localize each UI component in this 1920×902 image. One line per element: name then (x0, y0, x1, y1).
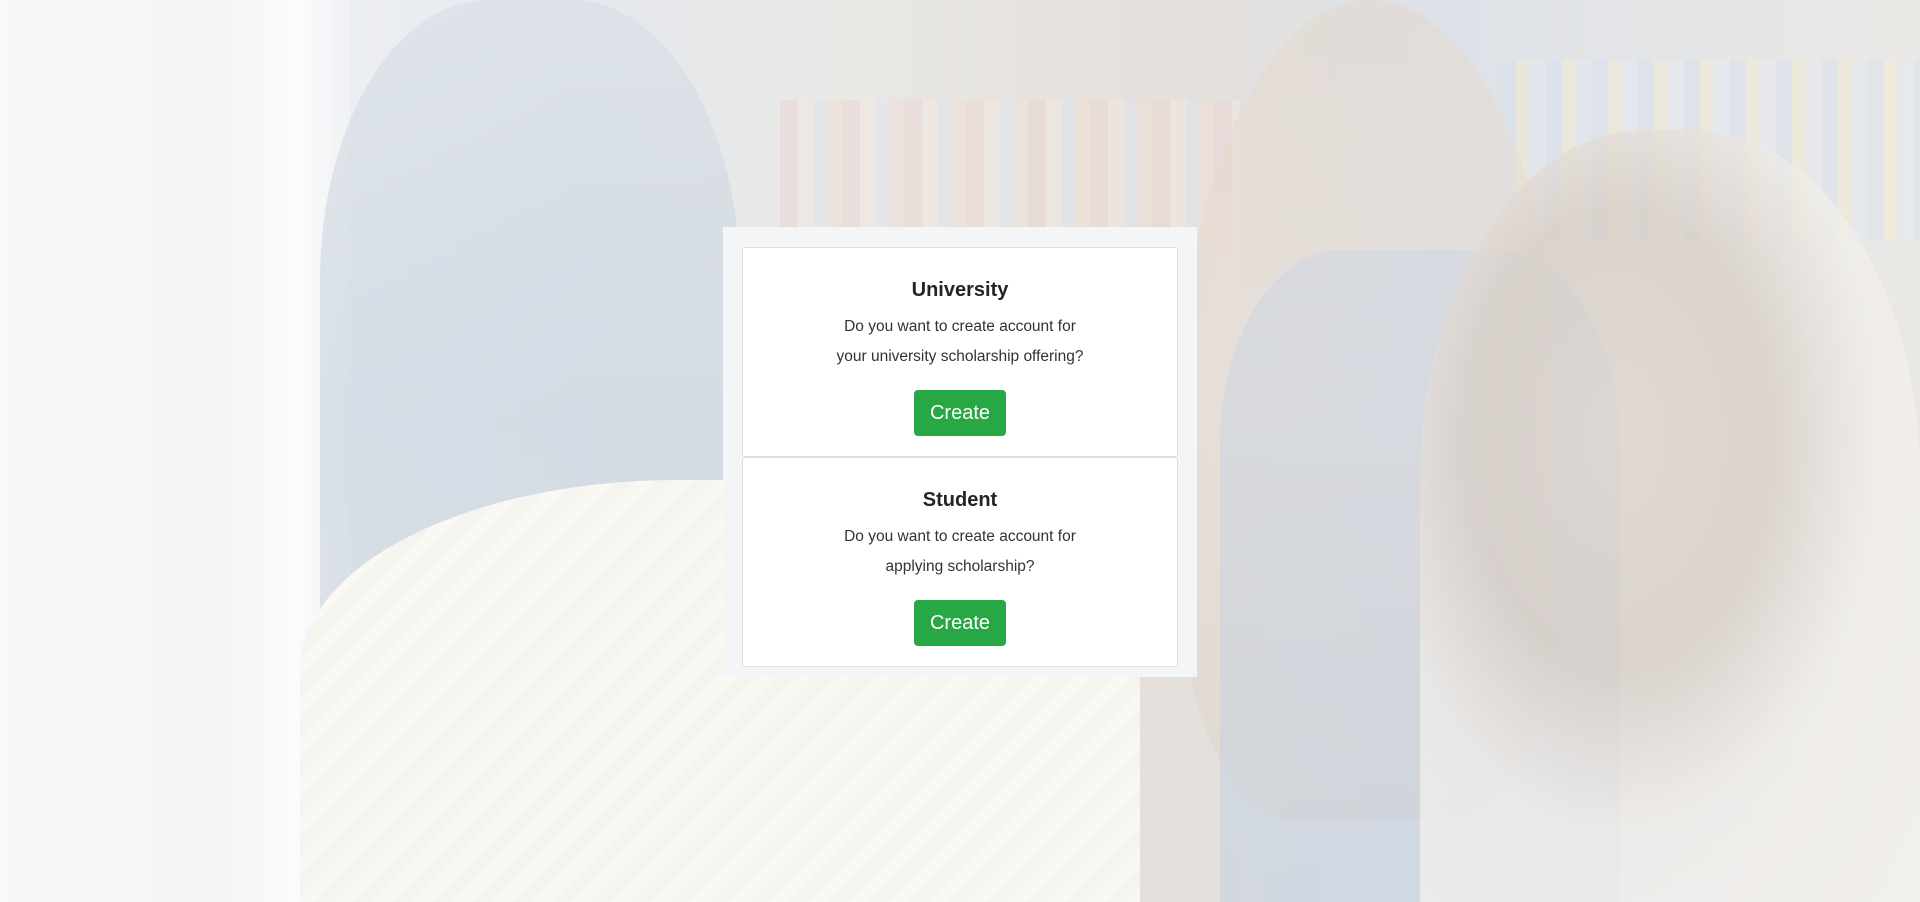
student-card-description-line-1: Do you want to create account for (844, 528, 1076, 545)
university-card-description: Do you want to create account for your u… (810, 312, 1110, 372)
university-card-description-line-2: your university scholarship offering? (836, 348, 1084, 365)
create-university-account-button[interactable]: Create (913, 390, 1007, 436)
student-card: Student Do you want to create account fo… (742, 457, 1178, 667)
university-card: University Do you want to create account… (742, 247, 1178, 457)
university-card-description-line-1: Do you want to create account for (844, 318, 1076, 335)
student-card-description: Do you want to create account for applyi… (810, 522, 1110, 582)
student-card-description-line-2: applying scholarship? (885, 558, 1035, 575)
create-student-account-button[interactable]: Create (913, 600, 1007, 646)
account-type-panel: University Do you want to create account… (723, 227, 1197, 677)
university-card-title: University (911, 279, 1009, 301)
student-card-title: Student (922, 489, 998, 511)
